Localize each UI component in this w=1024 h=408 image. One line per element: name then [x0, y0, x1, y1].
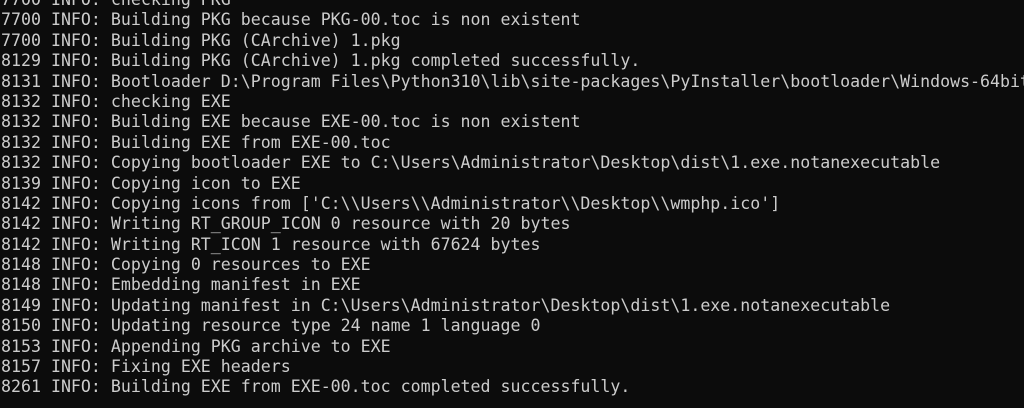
log-line: 7700 INFO: Building PKG because PKG-00.t…	[1, 10, 581, 30]
log-line: 8148 INFO: Embedding manifest in EXE	[1, 275, 361, 295]
log-line: 8149 INFO: Updating manifest in C:\Users…	[1, 295, 891, 315]
log-line: 8132 INFO: Copying bootloader EXE to C:\…	[1, 153, 941, 173]
log-line: 8132 INFO: checking EXE	[1, 91, 231, 111]
log-line: 8131 INFO: Bootloader D:\Program Files\P…	[1, 71, 1024, 91]
log-line: 8142 INFO: Writing RT_ICON 1 resource wi…	[1, 234, 541, 254]
log-line: 7700 INFO: checking PKG	[0, 0, 1024, 10]
log-line: 8139 INFO: Copying icon to EXE	[1, 173, 301, 193]
log-line: 8142 INFO: Writing RT_GROUP_ICON 0 resou…	[1, 214, 571, 234]
log-line: 8132 INFO: Building EXE because EXE-00.t…	[1, 112, 581, 132]
log-line: 7700 INFO: Building PKG (CArchive) 1.pkg	[1, 30, 401, 50]
terminal-window[interactable]: 7700 INFO: checking PKG 7700 INFO: Build…	[0, 0, 1024, 408]
log-line: 8129 INFO: Building PKG (CArchive) 1.pkg…	[1, 51, 641, 71]
log-line: 8157 INFO: Fixing EXE headers	[1, 357, 291, 377]
log-line: 8261 INFO: Building EXE from EXE-00.toc …	[1, 377, 631, 397]
log-line: 8142 INFO: Copying icons from ['C:\\User…	[1, 193, 781, 213]
log-line: 8148 INFO: Copying 0 resources to EXE	[1, 255, 371, 275]
log-line: 8153 INFO: Appending PKG archive to EXE	[1, 336, 391, 356]
log-line: 8150 INFO: Updating resource type 24 nam…	[1, 316, 541, 336]
log-line: 8132 INFO: Building EXE from EXE-00.toc	[1, 132, 391, 152]
